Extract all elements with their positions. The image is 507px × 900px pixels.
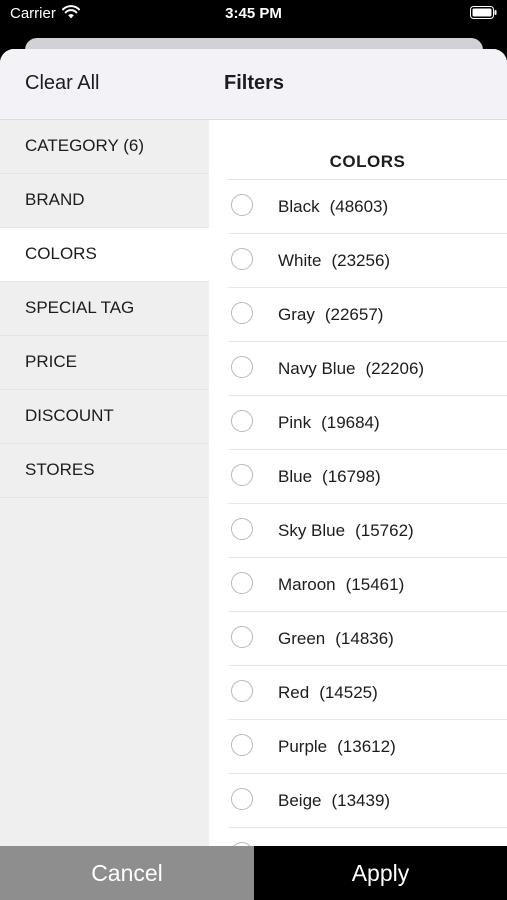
color-name: Green <box>278 629 326 648</box>
sidebar-item-price[interactable]: PRICE <box>0 336 209 390</box>
color-option-row[interactable]: White (23256) <box>228 234 507 288</box>
color-count: (13612) <box>337 737 396 756</box>
filters-sheet: Clear All Filters CATEGORY (6) BRAND COL… <box>0 49 507 900</box>
color-name: Sky Blue <box>278 521 346 540</box>
sidebar-item-discount[interactable]: DISCOUNT <box>0 390 209 444</box>
color-name: Maroon <box>278 575 336 594</box>
color-option-row[interactable]: Maroon (15461) <box>228 558 507 612</box>
filter-category-sidebar: CATEGORY (6) BRAND COLORS SPECIAL TAG PR… <box>0 120 209 846</box>
color-count: (14525) <box>319 683 378 702</box>
radio-button[interactable] <box>231 410 253 432</box>
sidebar-item-label: BRAND <box>25 190 85 209</box>
color-option-row[interactable]: Green (14836) <box>228 612 507 666</box>
sheet-header: Clear All Filters <box>0 49 507 120</box>
color-name: Red <box>278 683 310 702</box>
sidebar-item-label: DISCOUNT <box>25 406 114 425</box>
sidebar-item-label: COLORS <box>25 244 97 263</box>
radio-button[interactable] <box>231 302 253 324</box>
color-count: (15762) <box>355 521 414 540</box>
color-option-row[interactable]: Black (48603) <box>228 180 507 234</box>
color-option-row[interactable]: Navy Blue (22206) <box>228 342 507 396</box>
sidebar-item-label: STORES <box>25 460 95 479</box>
color-count: (15461) <box>345 575 405 594</box>
radio-button[interactable] <box>231 356 253 378</box>
radio-button[interactable] <box>231 788 253 810</box>
color-name: White <box>278 251 322 270</box>
apply-button[interactable]: Apply <box>254 846 507 900</box>
clear-all-button[interactable]: Clear All <box>25 72 99 95</box>
sidebar-item-label: PRICE <box>25 352 77 371</box>
sidebar-item-special-tag[interactable]: SPECIAL TAG <box>0 282 209 336</box>
radio-button[interactable] <box>231 194 253 216</box>
color-count: (13439) <box>331 791 391 810</box>
color-name: Beige <box>278 791 322 810</box>
color-option-row[interactable]: Beige (13439) <box>228 774 507 828</box>
color-option-row[interactable]: Gray (22657) <box>228 288 507 342</box>
cancel-button[interactable]: Cancel <box>0 846 254 900</box>
status-bar: Carrier 3:45 PM <box>0 0 507 30</box>
color-count: (48603) <box>329 197 389 216</box>
color-count: (23256) <box>331 251 391 270</box>
color-option-row[interactable]: Red (14525) <box>228 666 507 720</box>
color-name: Blue <box>278 467 313 486</box>
color-name: Gray <box>278 305 315 324</box>
color-name: Purple <box>278 737 328 756</box>
sidebar-item-category[interactable]: CATEGORY (6) <box>0 120 209 174</box>
color-option-row[interactable]: Purple (13612) <box>228 720 507 774</box>
radio-button[interactable] <box>231 518 253 540</box>
color-name: Navy Blue <box>278 359 356 378</box>
sidebar-item-label: CATEGORY (6) <box>25 136 145 155</box>
color-count: (19684) <box>321 413 380 432</box>
color-count: (16798) <box>322 467 381 486</box>
color-option-row[interactable]: Sky Blue (15762) <box>228 504 507 558</box>
color-name: Pink <box>278 413 312 432</box>
radio-button[interactable] <box>231 464 253 486</box>
color-option-row-partial[interactable] <box>228 828 507 846</box>
status-time: 3:45 PM <box>225 5 282 22</box>
color-name: Black <box>278 197 320 216</box>
radio-button[interactable] <box>231 572 253 594</box>
color-count: (14836) <box>335 629 394 648</box>
section-title: COLORS <box>228 120 507 180</box>
color-option-row[interactable]: Blue (16798) <box>228 450 507 504</box>
color-option-row[interactable]: Pink (19684) <box>228 396 507 450</box>
sidebar-item-colors[interactable]: COLORS <box>0 228 209 282</box>
sidebar-item-label: SPECIAL TAG <box>25 298 135 317</box>
radio-button[interactable] <box>231 626 253 648</box>
radio-button[interactable] <box>231 734 253 756</box>
sidebar-item-stores[interactable]: STORES <box>0 444 209 498</box>
color-options-panel: COLORS Black (48603) White (23256) Gray (22… <box>209 120 507 846</box>
page-title: Filters <box>224 72 285 94</box>
sidebar-item-brand[interactable]: BRAND <box>0 174 209 228</box>
color-count: (22206) <box>365 359 425 378</box>
color-count: (22657) <box>324 305 384 324</box>
battery-icon <box>470 6 497 19</box>
color-option-list: Black (48603) White (23256) Gray (22657) Na… <box>228 180 507 846</box>
radio-button[interactable] <box>231 680 253 702</box>
radio-button[interactable] <box>231 248 253 270</box>
